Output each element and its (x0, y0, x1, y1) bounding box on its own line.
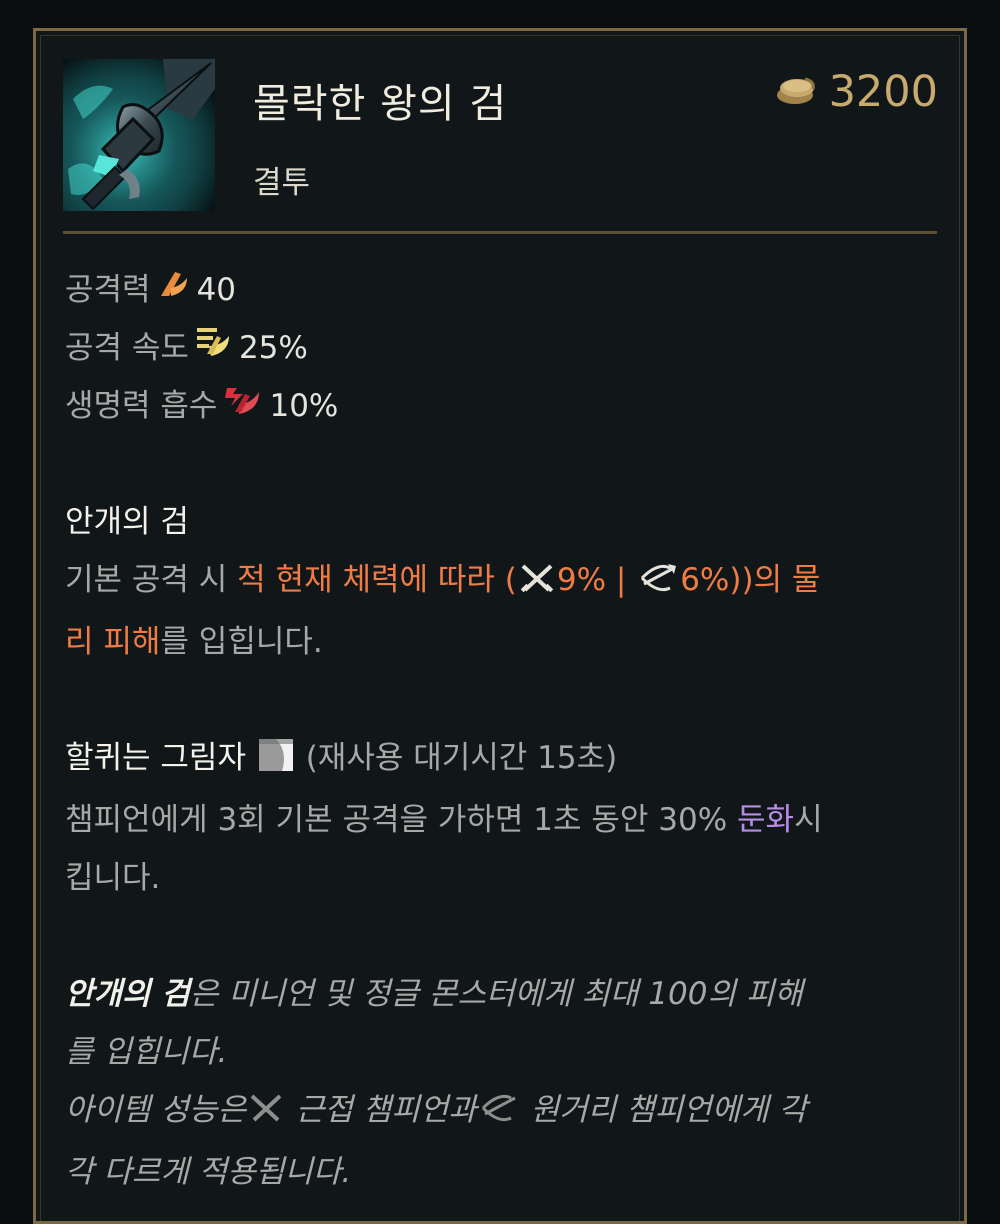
item-notes: 안개의 검은 미니언 및 정글 몬스터에게 최대 100의 피해 를 입힙니다.… (65, 965, 945, 1201)
item-tooltip: 몰락한 왕의 검 결투 3200 공격력 40 공격 속도 25% 생명력 흡수… (33, 28, 967, 1224)
stat-label: 생명력 흡수 (65, 388, 218, 424)
stat-attack-speed: 공격 속도 25% (65, 319, 945, 377)
note2-wrap: 각 다르게 적용됩니다. (65, 1154, 352, 1190)
header-divider (63, 231, 937, 234)
attack-damage-icon (157, 261, 191, 319)
stat-life-steal: 생명력 흡수 10% (65, 377, 945, 435)
note2-melee: 근접 챔피언과 (285, 1092, 477, 1128)
stat-value: 10% (269, 388, 339, 424)
note2-ranged: 원거리 챔피언에게 각 (520, 1092, 808, 1128)
stat-attack-damage: 공격력 40 (65, 261, 945, 319)
ranged-value: 6% (680, 562, 730, 598)
passive-text-end: 를 입힙니다. (160, 624, 323, 660)
price-value: 3200 (828, 67, 938, 117)
note2-text: 아이템 성능은 (65, 1092, 246, 1128)
note-text-wrap: 를 입힙니다. (65, 1034, 228, 1070)
stat-label: 공격력 (65, 272, 151, 308)
gold-icon (775, 73, 819, 111)
melee-value: 9% (556, 562, 607, 598)
item-tag: 결투 (253, 165, 311, 201)
life-steal-icon (223, 377, 263, 435)
passive-text: 기본 공격 시 (65, 562, 238, 598)
melee-icon (248, 1085, 284, 1143)
melee-icon (519, 555, 555, 613)
stat-value: 40 (196, 272, 237, 308)
value-separator: | (606, 562, 637, 598)
item-name: 몰락한 왕의 검 (253, 81, 508, 127)
note-text: 은 미니언 및 정글 몬스터에게 최대 100의 피해 (189, 976, 803, 1012)
passive-description: 기본 공격 시 적 현재 체력에 따라 ( 9% | 6%))의 물 리 피해를… (65, 551, 945, 671)
ranged-icon (479, 1085, 519, 1143)
passive-highlight-wrap: 리 피해 (65, 624, 161, 660)
passive2-description: 챔피언에게 3회 기본 공격을 가하면 1초 동안 30% 둔화시 킵니다. (65, 791, 945, 907)
blade-of-the-ruined-king-icon (63, 59, 215, 211)
passive2-header: 할퀴는 그림자 (재사용 대기시간 15초) (65, 729, 945, 791)
ranged-icon (638, 555, 678, 613)
passive2-title: 할퀴는 그림자 (65, 740, 246, 776)
attack-speed-icon (195, 319, 233, 377)
passive2-text: 챔피언에게 3회 기본 공격을 가하면 1초 동안 30% (65, 802, 738, 838)
passive-highlight: 적 현재 체력에 따라 ( (237, 562, 517, 598)
passive-highlight-end: ))의 물 (729, 562, 821, 598)
stat-value: 25% (238, 330, 308, 366)
slow-keyword: 둔화 (737, 802, 795, 838)
passive-title: 안개의 검 (65, 504, 189, 540)
stat-label: 공격 속도 (65, 330, 189, 366)
item-description: 공격력 40 공격 속도 25% 생명력 흡수 10% 안개의 검 기본 공격 … (65, 261, 945, 1201)
price: 3200 (775, 67, 938, 117)
cooldown-text: (재사용 대기시간 15초) (305, 740, 618, 776)
unique-passive-icon (258, 733, 294, 791)
note-bold: 안개의 검 (65, 976, 190, 1012)
passive2-text-cont: 시 (794, 802, 823, 838)
passive2-text-wrap: 킵니다. (65, 860, 161, 896)
